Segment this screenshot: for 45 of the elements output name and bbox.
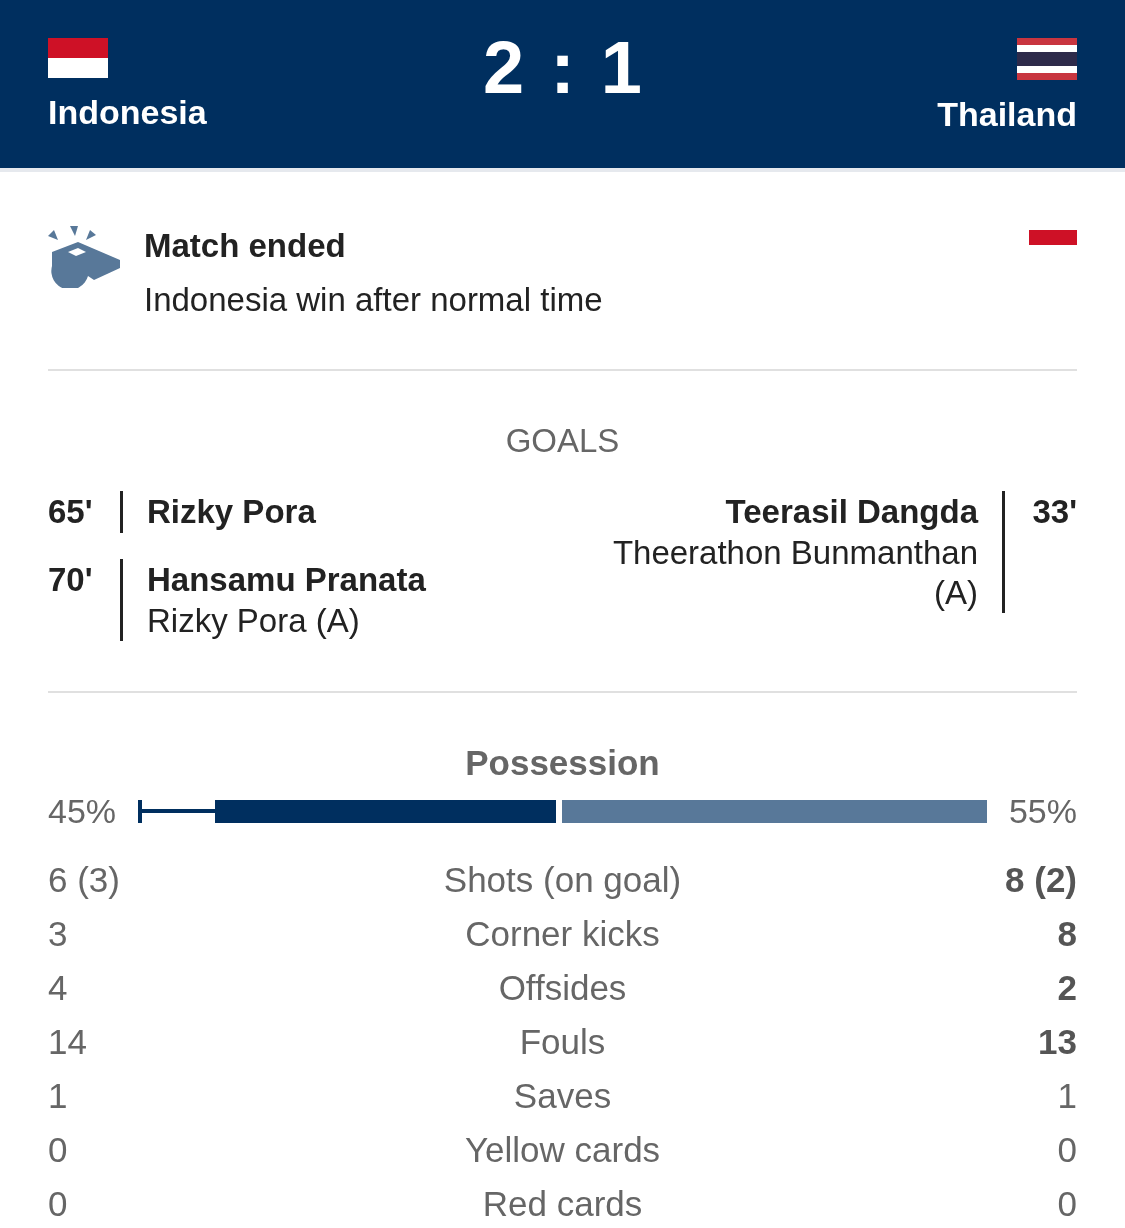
section-title: GOALS (504, 421, 621, 461)
goal-scorer: Teerasil Dangda (724, 492, 978, 532)
team-name: Thailand (937, 94, 1077, 134)
stat-label: Fouls (519, 1022, 606, 1062)
score: 2 (483, 38, 525, 98)
flag-icon (1029, 230, 1077, 245)
stat-label: Offsides (498, 968, 627, 1008)
goal-minute: 70' (48, 560, 94, 600)
stat-value: 8 (1057, 914, 1077, 954)
goal-minute: 33' (1031, 492, 1077, 532)
stat-label: Red cards (482, 1184, 643, 1224)
section-title: Possession (464, 743, 661, 783)
stat-label: Saves (513, 1076, 612, 1116)
stat-value: 0 (48, 1184, 68, 1224)
status-title: Match ended (144, 226, 347, 266)
stat-value: 4 (48, 968, 68, 1008)
possession-reading: 55% (1008, 791, 1077, 831)
stat-value: 2 (1057, 968, 1077, 1008)
team-name: Indonesia (48, 92, 207, 132)
goal-scorer: Rizky Pora (147, 492, 316, 532)
goal-scorer: Hansamu Pranata (147, 560, 426, 600)
goal-assist: Rizky Pora (A) (147, 601, 361, 641)
stat-value: 8 (2) (1005, 860, 1077, 900)
stat-label: Shots (on goal) (443, 860, 682, 900)
goal-minute: 65' (48, 492, 94, 532)
flag-icon (48, 38, 108, 78)
stat-value: 0 (48, 1130, 68, 1170)
whistle-icon (48, 226, 120, 288)
flag-icon (1017, 38, 1077, 80)
stat-value: 1 (1057, 1076, 1077, 1116)
stat-label: Yellow cards (464, 1130, 661, 1170)
stat-value: 13 (1038, 1022, 1077, 1062)
possession-reading: 45% (48, 791, 117, 831)
status-subtitle: Indonesia win after normal time (144, 280, 604, 320)
score-separator: : (550, 38, 575, 98)
stat-value: 14 (48, 1022, 87, 1062)
goal-assist: Theerathon Bunmanthan (A) (611, 533, 978, 613)
stat-value: 6 (3) (48, 860, 120, 900)
line-marker-icon (138, 799, 216, 823)
score: 1 (600, 38, 642, 98)
stat-value: 0 (1057, 1184, 1077, 1224)
stat-value: 3 (48, 914, 68, 954)
stat-value: 0 (1057, 1130, 1077, 1170)
stat-label: Corner kicks (465, 914, 660, 954)
stat-value: 1 (48, 1076, 68, 1116)
